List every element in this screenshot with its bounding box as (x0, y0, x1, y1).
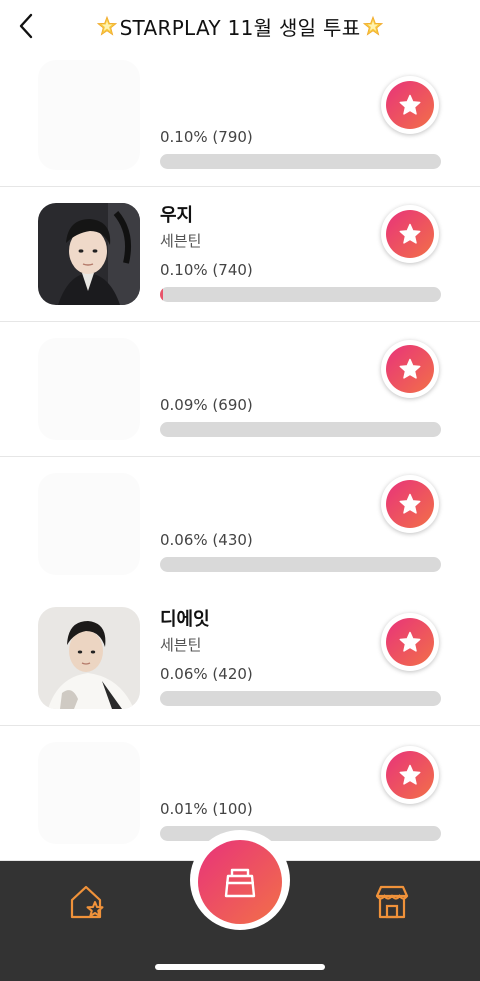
vote-percentage: 0.10% (790) (160, 128, 253, 146)
star-icon (399, 631, 421, 652)
progress-bar (160, 422, 441, 437)
home-button[interactable] (68, 882, 108, 922)
avatar (38, 338, 140, 440)
member-photo (38, 607, 140, 709)
title-text: STARPLAY 11월 생일 투표 (119, 15, 361, 40)
vote-percentage: 0.09% (690) (160, 396, 253, 414)
member-photo (38, 203, 140, 305)
progress-fill (160, 287, 163, 302)
top-header: STARPLAY 11월 생일 투표 (0, 0, 480, 52)
vote-percentage: 0.01% (100) (160, 800, 253, 818)
back-button[interactable] (10, 10, 42, 42)
list-item[interactable]: 0.06% (430) (0, 457, 480, 592)
home-star-icon (70, 885, 104, 919)
glowing-star-icon (96, 15, 117, 36)
avatar (38, 607, 140, 709)
vote-button[interactable] (381, 475, 439, 533)
avatar (38, 203, 140, 305)
star-icon (399, 493, 421, 514)
star-icon (399, 764, 421, 785)
vote-percentage: 0.06% (420) (160, 665, 253, 683)
chevron-left-icon (19, 13, 33, 39)
page-title: STARPLAY 11월 생일 투표 (96, 12, 385, 41)
vote-button[interactable] (381, 340, 439, 398)
ballot-box-icon (224, 868, 256, 898)
list-item[interactable]: 디에잇 세븐틴 0.06% (420) (0, 591, 480, 726)
list-item[interactable]: 0.10% (790) (0, 54, 480, 187)
star-icon (399, 94, 421, 115)
store-button[interactable] (372, 882, 412, 922)
progress-bar (160, 287, 441, 302)
member-name: 디에잇 (160, 609, 210, 630)
progress-bar (160, 826, 441, 841)
vote-button[interactable] (381, 613, 439, 671)
glowing-star-icon (363, 15, 384, 36)
vote-box-button[interactable] (198, 840, 282, 924)
star-icon (399, 358, 421, 379)
member-name: 우지 (160, 205, 194, 226)
avatar (38, 473, 140, 575)
progress-bar (160, 154, 441, 169)
avatar (38, 742, 140, 844)
progress-bar (160, 557, 441, 572)
avatar (38, 60, 140, 170)
list-item[interactable]: 우지 세븐틴 0.10% (740) (0, 187, 480, 322)
vote-percentage: 0.06% (430) (160, 531, 253, 549)
home-indicator[interactable] (155, 964, 325, 970)
group-name: 세븐틴 (160, 232, 202, 250)
list-item[interactable]: 0.09% (690) (0, 322, 480, 457)
group-name: 세븐틴 (160, 636, 202, 654)
vote-percentage: 0.10% (740) (160, 261, 253, 279)
vote-button[interactable] (381, 205, 439, 263)
vote-button[interactable] (381, 746, 439, 804)
store-icon (375, 885, 409, 919)
progress-bar (160, 691, 441, 706)
vote-button[interactable] (381, 76, 439, 134)
star-icon (399, 223, 421, 244)
